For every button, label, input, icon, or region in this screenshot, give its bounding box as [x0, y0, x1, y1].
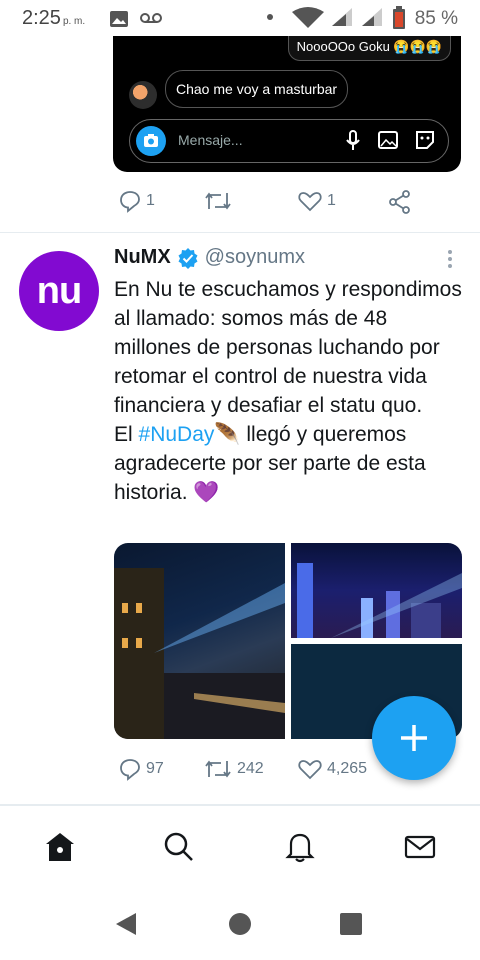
- previous-tweet-actions: 1 1: [113, 189, 453, 219]
- reply-count: 1: [146, 192, 155, 209]
- notifications-icon[interactable]: [283, 830, 317, 864]
- tweet-image-1[interactable]: [114, 543, 285, 739]
- verified-badge-icon: [178, 247, 198, 269]
- tweet-text-paragraph-2: El #NuDay🪶 llegó y queremos agradecerte …: [114, 423, 426, 504]
- plus-icon: [401, 725, 427, 751]
- status-bar: 2:25 p. m. 85 %: [0, 0, 480, 36]
- battery-percent: 85 %: [414, 8, 458, 29]
- gallery-icon: [378, 131, 398, 149]
- home-icon[interactable]: [43, 830, 77, 864]
- avatar: [129, 81, 157, 109]
- recents-icon[interactable]: [340, 913, 362, 935]
- messages-icon[interactable]: [403, 830, 437, 864]
- wifi-icon: [292, 7, 324, 28]
- share-button[interactable]: [387, 189, 413, 215]
- tweet-divider: [0, 232, 480, 233]
- signal-icon: [362, 8, 382, 26]
- tweet-author-name[interactable]: NuMX: [114, 246, 171, 269]
- microphone-icon: [346, 130, 360, 150]
- camera-icon: [136, 126, 166, 156]
- reply-button[interactable]: 97: [118, 757, 164, 781]
- like-button[interactable]: 1: [297, 189, 336, 213]
- reply-count: 97: [146, 760, 164, 777]
- message-input: Mensaje...: [129, 119, 449, 163]
- compose-tweet-button[interactable]: [372, 696, 456, 780]
- dm-message-bubble: Chao me voy a masturbar: [165, 70, 349, 108]
- hashtag-link[interactable]: #NuDay: [139, 423, 215, 446]
- heart-icon: [298, 760, 322, 780]
- tweet-author-handle[interactable]: @soynumx: [205, 246, 305, 269]
- search-icon[interactable]: [162, 830, 196, 864]
- tweet-image-2[interactable]: [291, 543, 462, 638]
- dot-icon: [267, 14, 273, 20]
- tweet-header: NuMX @soynumx: [114, 246, 305, 269]
- back-icon[interactable]: [114, 911, 138, 937]
- retweet-icon: [205, 760, 231, 778]
- reply-icon: [120, 191, 140, 213]
- reply-icon: [120, 759, 140, 781]
- retweet-count: 242: [237, 760, 264, 777]
- like-button[interactable]: 4,265: [297, 757, 367, 781]
- previous-tweet-media[interactable]: NoooOOo Goku 😭😭😭 Chao me voy a masturbar…: [113, 36, 461, 172]
- voicemail-icon: [140, 13, 162, 23]
- dm-reply-bubble: NoooOOo Goku 😭😭😭: [287, 36, 451, 61]
- retweet-button[interactable]: 242: [203, 757, 264, 781]
- status-time: 2:25 p. m.: [22, 7, 86, 29]
- tweet-text: En Nu te escuchamos y respondimos al lla…: [114, 275, 464, 507]
- like-count: 1: [327, 192, 336, 209]
- bottom-nav: [0, 805, 480, 888]
- image-icon: [110, 11, 128, 27]
- retweet-button[interactable]: [203, 189, 237, 213]
- home-circle-icon[interactable]: [229, 913, 251, 935]
- signal-icon: [332, 8, 352, 26]
- reply-button[interactable]: 1: [118, 189, 155, 213]
- system-navigation-bar: [0, 887, 480, 960]
- heart-icon: [298, 192, 322, 212]
- like-count: 4,265: [327, 760, 368, 777]
- more-options-icon[interactable]: [446, 250, 454, 270]
- sticker-icon: [416, 131, 434, 149]
- retweet-icon: [205, 192, 231, 210]
- tweet-text-paragraph-1: En Nu te escuchamos y respondimos al lla…: [114, 278, 462, 417]
- battery-icon: [393, 6, 405, 29]
- share-icon: [389, 190, 410, 214]
- message-placeholder: Mensaje...: [178, 132, 243, 148]
- avatar[interactable]: nu: [19, 251, 99, 331]
